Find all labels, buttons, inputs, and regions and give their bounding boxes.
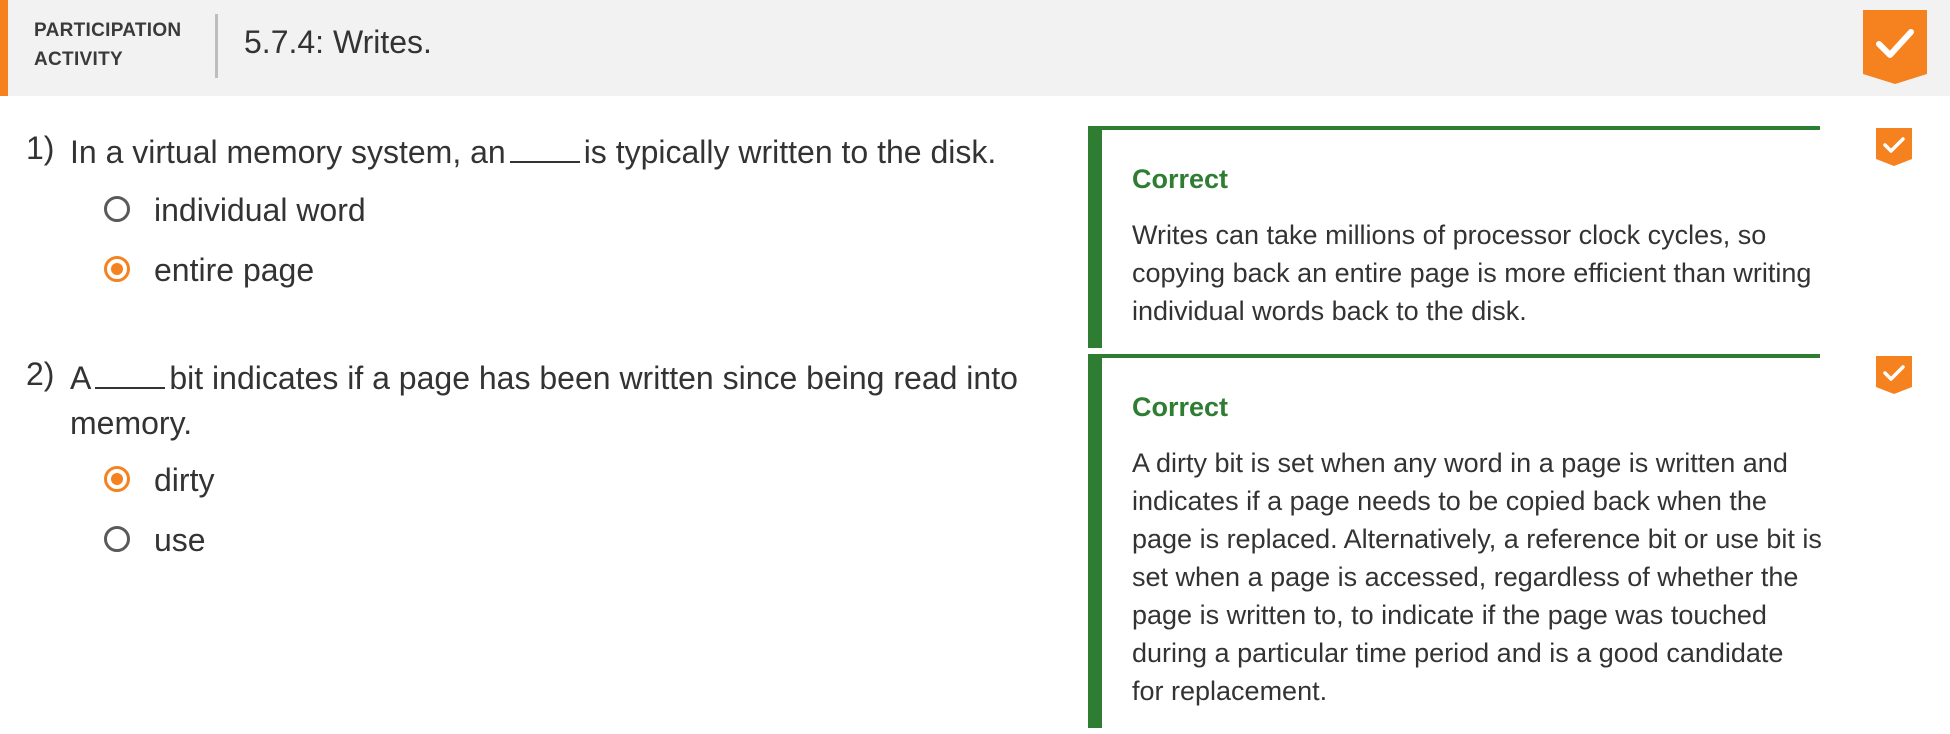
feedback-title: Correct — [1132, 392, 1229, 422]
activity-type-label: PARTICIPATION ACTIVITY — [34, 20, 182, 70]
feedback-panel-2: Correct A dirty bit is set when any word… — [1088, 354, 1822, 728]
participation-activity: PARTICIPATION ACTIVITY 5.7.4: Writes. 1)… — [0, 0, 1950, 734]
header-divider — [215, 14, 218, 78]
feedback-panel-1: Correct Writes can take millions of proc… — [1088, 126, 1820, 348]
feedback-title: Correct — [1132, 164, 1229, 194]
answer-blank — [509, 161, 580, 163]
radio-button-selected[interactable] — [104, 256, 130, 282]
question-prompt: Abit indicates if a page has been writte… — [70, 360, 1018, 441]
feedback-explanation: A dirty bit is set when any word in a pa… — [1132, 448, 1822, 706]
option-label: individual word — [154, 192, 366, 228]
option-label: entire page — [154, 252, 315, 288]
question-prompt: In a virtual memory system, an is typical… — [70, 134, 997, 170]
activity-title: 5.7.4: Writes. — [244, 24, 432, 60]
check-icon — [1876, 128, 1912, 166]
question-number: 1) — [26, 130, 55, 166]
radio-button[interactable] — [104, 526, 130, 552]
activity-header: PARTICIPATION ACTIVITY 5.7.4: Writes. — [0, 0, 1950, 96]
radio-button-selected[interactable] — [104, 466, 130, 492]
radio-button[interactable] — [104, 196, 130, 222]
completion-check-icon — [1863, 10, 1927, 84]
check-icon — [1876, 356, 1912, 394]
feedback-explanation: Writes can take millions of processor cl… — [1132, 220, 1812, 326]
option-label: dirty — [154, 462, 215, 498]
option-label: use — [154, 522, 206, 558]
answer-blank — [95, 387, 166, 389]
question-number: 2) — [26, 356, 55, 392]
